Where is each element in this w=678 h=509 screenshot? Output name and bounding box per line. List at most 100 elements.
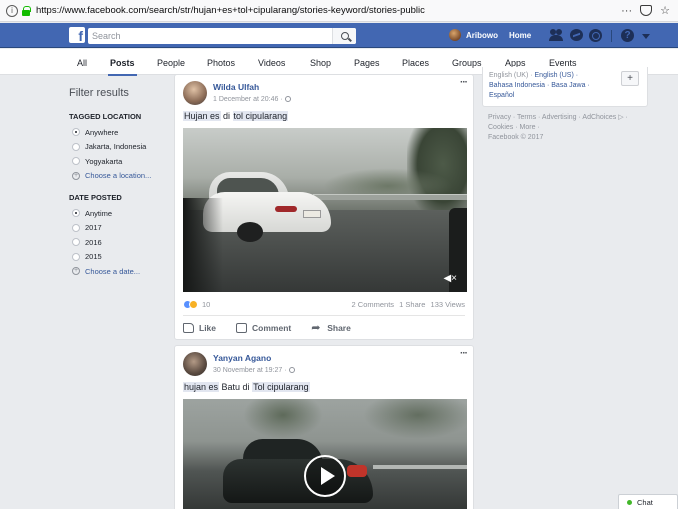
profile-link[interactable]: Aribowo (449, 29, 498, 41)
option-label: 2017 (85, 223, 102, 233)
browser-address-bar[interactable]: i https://www.facebook.com/search/str/hu… (0, 0, 678, 22)
share-button[interactable]: ➦ Share (311, 322, 351, 333)
date-option-2015[interactable]: 2015 (69, 250, 169, 265)
comment-bubble-icon (236, 322, 248, 333)
video-frame-car (223, 439, 373, 509)
chat-label: Chat (637, 497, 653, 507)
notifications-globe-icon[interactable] (589, 29, 602, 42)
comments-count-link[interactable]: 2 Comments (352, 300, 395, 309)
radio-icon[interactable] (72, 238, 80, 247)
public-globe-icon (288, 367, 295, 373)
radio-selected-icon[interactable] (72, 128, 80, 137)
author-name[interactable]: Wilda Ulfah (213, 82, 259, 92)
tab-groups[interactable]: Groups (452, 58, 482, 68)
search-button[interactable] (332, 28, 356, 44)
friend-requests-icon[interactable] (549, 29, 563, 41)
language-link[interactable]: Español (489, 92, 514, 99)
date-posted-heading: DATE POSTED (69, 193, 122, 202)
language-link[interactable]: Bahasa Indonesia · Basa Jawa · (489, 82, 590, 89)
like-label: Like (199, 322, 217, 333)
radio-icon[interactable] (72, 252, 80, 261)
video-frame-detail (183, 198, 223, 292)
footer-link[interactable]: Privacy · Terms · Advertising · AdChoice… (488, 114, 628, 121)
keyword-highlight: Tol cipularang (252, 382, 310, 392)
video-frame-detail (347, 465, 367, 477)
choose-date-link[interactable]: Choose a date... (85, 267, 140, 276)
online-status-icon (627, 499, 632, 505)
location-option-jakarta[interactable]: Jakarta, Indonesia (69, 140, 169, 155)
video-frame-detail (237, 222, 263, 242)
post-timestamp[interactable]: 1 December at 20:46 · (213, 96, 291, 103)
radio-icon[interactable] (72, 157, 80, 166)
shares-count-link[interactable]: 1 Share (399, 300, 425, 309)
radio-icon[interactable] (72, 142, 80, 151)
timestamp-text: 1 December at 20:46 · (213, 96, 283, 103)
post-options-icon[interactable]: ··· (460, 348, 468, 359)
video-frame-detail (303, 210, 321, 218)
pocket-icon[interactable] (640, 5, 653, 16)
facebook-logo-icon[interactable]: f (69, 27, 85, 43)
tab-posts[interactable]: Posts (108, 58, 137, 76)
reaction-count: 10 (202, 300, 211, 309)
add-language-button[interactable]: + (621, 71, 639, 86)
radio-selected-icon[interactable] (72, 209, 80, 218)
messenger-icon[interactable] (570, 29, 583, 41)
search-input[interactable] (92, 29, 332, 43)
help-question-icon[interactable]: ? (621, 29, 634, 42)
copyright-text: Facebook © 2017 (488, 134, 544, 141)
like-button[interactable]: Like (183, 322, 217, 333)
post-options-icon[interactable]: ··· (460, 77, 468, 88)
date-option-2016[interactable]: 2016 (69, 235, 169, 250)
tab-photos[interactable]: Photos (207, 58, 235, 68)
post-video[interactable]: ◀× (183, 128, 467, 292)
user-name: Aribowo (466, 30, 498, 40)
wow-reaction-icon (189, 300, 198, 309)
tab-videos[interactable]: Videos (258, 58, 285, 68)
bookmark-star-icon[interactable]: ☆ (660, 4, 670, 17)
comment-button[interactable]: Comment (236, 322, 291, 333)
views-count: 133 Views (430, 300, 465, 309)
location-option-yogyakarta[interactable]: Yogyakarta (69, 154, 169, 169)
footer-link[interactable]: Cookies · More · (488, 124, 540, 131)
reactions-summary[interactable]: 10 (183, 300, 210, 309)
date-posted-filter: DATE POSTED Anytime 2017 2016 2015 + Choo… (69, 193, 169, 279)
tab-places[interactable]: Places (402, 58, 429, 68)
tab-people[interactable]: People (157, 58, 185, 68)
author-avatar[interactable] (183, 352, 207, 376)
post-video[interactable] (183, 399, 467, 509)
choose-location-link[interactable]: Choose a location... (85, 171, 151, 180)
language-box: English (UK) · English (US) · Bahasa Ind… (482, 67, 648, 107)
video-frame-detail (313, 194, 467, 200)
filter-results-title: Filter results (69, 87, 129, 99)
engagement-counts: 2 Comments 1 Share 133 Views (352, 300, 465, 309)
search-box (88, 28, 356, 44)
tab-all[interactable]: All (77, 58, 87, 68)
keyword-highlight: tol cipularang (232, 111, 289, 121)
mute-icon[interactable]: ◀× (443, 273, 457, 284)
option-label: Anytime (85, 208, 113, 218)
location-option-anywhere[interactable]: Anywhere (69, 125, 169, 140)
account-menu-caret-icon[interactable] (642, 34, 650, 39)
tab-pages[interactable]: Pages (354, 58, 380, 68)
choose-date-option[interactable]: + Choose a date... (69, 264, 169, 279)
url-text[interactable]: https://www.facebook.com/search/str/huja… (36, 5, 425, 16)
keyword-highlight: hujan es (183, 382, 220, 392)
secure-lock-icon[interactable] (22, 5, 31, 16)
radio-icon[interactable] (72, 223, 80, 232)
language-link[interactable]: English (US) · (535, 72, 579, 79)
chat-tab[interactable]: Chat (618, 494, 678, 509)
page-actions-menu-icon[interactable]: ··· (621, 5, 632, 17)
tagged-location-heading: TAGGED LOCATION (69, 112, 142, 121)
post-actions: Like Comment ➦ Share (183, 315, 465, 339)
choose-location-option[interactable]: + Choose a location... (69, 169, 169, 184)
home-link[interactable]: Home (509, 31, 531, 40)
option-label: Anywhere (85, 127, 119, 137)
author-name[interactable]: Yanyan Agano (213, 353, 271, 363)
site-info-icon[interactable]: i (6, 4, 18, 17)
date-option-anytime[interactable]: Anytime (69, 206, 169, 221)
date-option-2017[interactable]: 2017 (69, 221, 169, 236)
play-button-icon[interactable] (304, 455, 346, 497)
author-avatar[interactable] (183, 81, 207, 105)
post-timestamp[interactable]: 30 November at 19:27 · (213, 367, 295, 374)
tab-shop[interactable]: Shop (310, 58, 331, 68)
